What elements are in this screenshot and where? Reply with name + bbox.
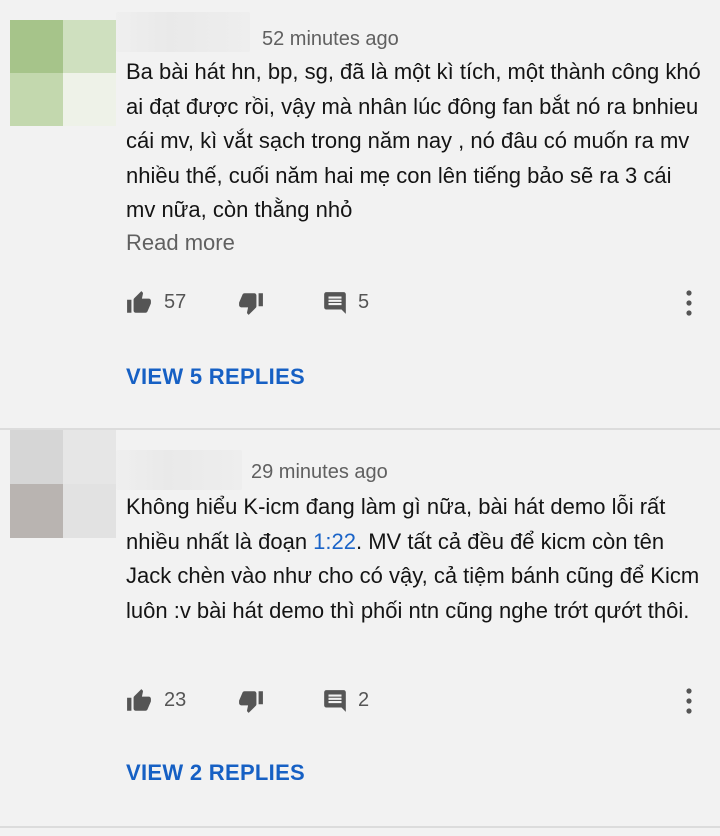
thumbs-up-icon[interactable] [126,290,152,316]
reply-count: 2 [358,689,370,711]
avatar[interactable] [10,20,116,126]
comment-item: 52 minutes ago Ba bài hát hn, bp, sg, đã… [0,0,720,428]
comment-item: 29 minutes ago Không hiểu K-icm đang làm… [0,430,720,836]
thumbs-down-icon[interactable] [238,290,264,316]
view-replies-button[interactable]: VIEW 5 REPLIES [126,364,305,390]
comment-actions: 23 2 [126,686,706,716]
comment-actions: 57 5 [126,288,706,318]
comment-text: Không hiểu K-icm đang làm gì nữa, bài há… [126,490,706,628]
avatar[interactable] [10,430,116,538]
comment-text: Ba bài hát hn, bp, sg, đã là một kì tích… [126,59,701,222]
comment-time: 52 minutes ago [262,28,399,50]
view-replies-button[interactable]: VIEW 2 REPLIES [126,760,305,786]
reply-count: 5 [358,291,370,313]
thumbs-down-icon[interactable] [238,688,264,714]
like-count: 57 [164,291,187,313]
comment-icon[interactable] [322,290,348,316]
like-count: 23 [164,689,187,711]
more-vert-icon[interactable] [682,686,696,716]
author-name-redacted[interactable] [116,12,250,52]
comment-time: 29 minutes ago [251,461,388,483]
comment-icon[interactable] [322,688,348,714]
thumbs-up-icon[interactable] [126,688,152,714]
more-vert-icon[interactable] [682,288,696,318]
author-name-redacted[interactable] [116,450,242,490]
timestamp-link[interactable]: 1:22 [313,529,356,554]
read-more-link[interactable]: Read more [126,230,235,256]
comment-divider [0,826,720,828]
